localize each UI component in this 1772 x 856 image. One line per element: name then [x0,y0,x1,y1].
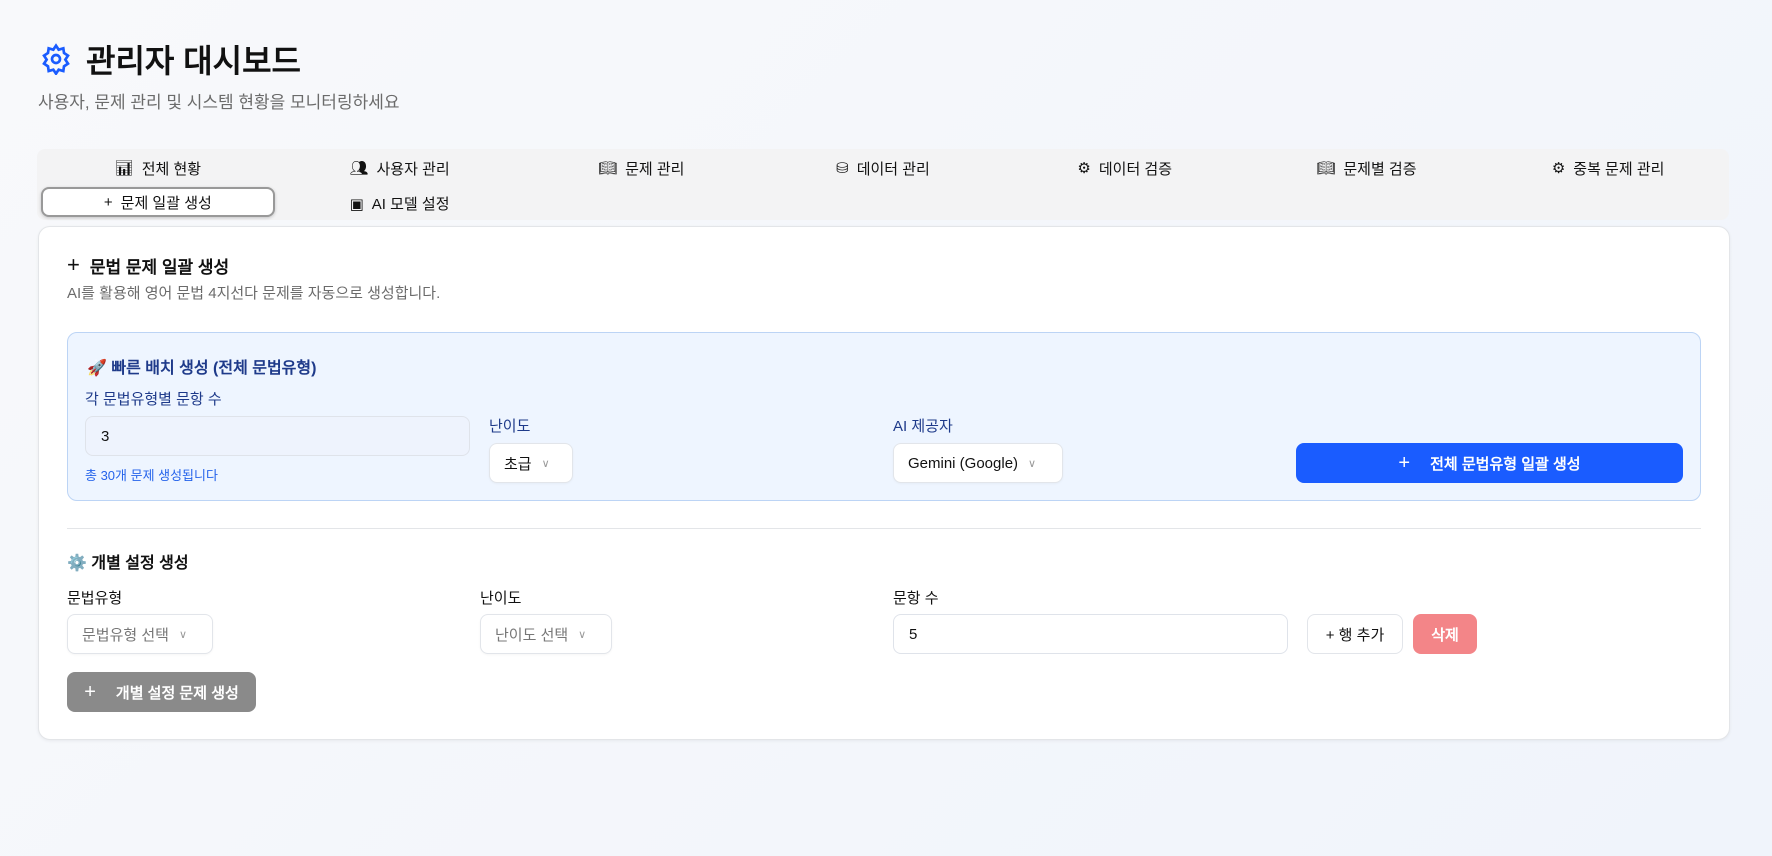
cpu-icon: ▣ [349,195,364,213]
difficulty-label: 난이도 [489,418,531,435]
chevron-down-icon: ∨ [1028,457,1037,470]
ind-count-label: 문항 수 [893,590,939,607]
database-icon: ⛁ [836,160,849,177]
tab-bar: 📊︎ 전체 현황 👥︎ 사용자 관리 📖︎ 문제 관리 ⛁ 데이터 관리 ⚙︎ 데이터 검… [37,149,1729,220]
generate-all-button[interactable]: + 전체 문법유형 일괄 생성 [1296,443,1683,483]
ind-count-input[interactable]: 5 [893,614,1288,654]
tab-data-validation[interactable]: ⚙︎ 데이터 검증 [1004,149,1246,187]
delete-row-button[interactable]: 삭제 [1413,614,1477,654]
ind-difficulty-label: 난이도 [480,590,522,607]
provider-select[interactable]: Gemini (Google) ∨ [893,443,1063,483]
gear-icon: ⚙︎ [1551,160,1566,177]
difficulty-select[interactable]: 초급 ∨ [489,443,573,483]
users-icon: 👥︎ [349,160,369,177]
gear-icon: ⚙︎ [1077,160,1091,177]
tab-problems[interactable]: 📖︎ 문제 관리 [520,149,762,187]
tab-data[interactable]: ⛁ 데이터 관리 [762,149,1004,187]
tab-users[interactable]: 👥︎ 사용자 관리 [279,149,521,187]
page-header: 관리자 대시보드 [40,36,301,82]
chevron-down-icon: ∨ [541,457,550,470]
individual-title: ⚙️ 개별 설정 생성 [67,555,189,572]
chevron-down-icon: ∨ [178,628,188,641]
card-title: + 문법 문제 일괄 생성 [67,252,230,277]
tab-duplicates[interactable]: ⚙︎ 중복 문제 관리 [1487,149,1729,187]
page-title: 관리자 대시보드 [86,43,301,79]
tab-problem-validation[interactable]: 📖︎ 문제별 검증 [1246,149,1488,187]
chevron-down-icon: ∨ [578,628,587,641]
count-input[interactable]: 3 [85,416,470,456]
book-icon: 📖︎ [1316,160,1336,177]
plus-icon: + [103,193,113,211]
page-subtitle: 사용자, 문제 관리 및 시스템 현황을 모니터링하세요 [38,93,400,112]
quick-batch-title: 🚀 빠른 배치 생성 (전체 문법유형) [87,360,317,377]
plus-icon: + [84,680,96,703]
tab-batch-generate[interactable]: + 문제 일괄 생성 [41,187,275,217]
plus-icon: + [67,252,80,277]
bar-chart-icon: 📊︎ [114,160,134,177]
total-hint: 총 30개 문제 생성됩니다 [85,468,218,483]
divider [67,528,1701,529]
generate-individual-button[interactable]: + 개별 설정 문제 생성 [67,672,256,712]
add-row-button[interactable]: + 행 추가 [1307,614,1403,654]
grammar-type-select[interactable]: 문법유형 선택 ∨ [67,614,213,654]
type-label: 문법유형 [67,590,123,607]
count-label: 각 문법유형별 문항 수 [85,391,222,408]
ind-difficulty-select[interactable]: 난이도 선택 ∨ [480,614,612,654]
tab-overview[interactable]: 📊︎ 전체 현황 [37,149,279,187]
provider-label: AI 제공자 [893,418,953,435]
plus-icon: + [1398,451,1411,474]
tab-ai-model[interactable]: ▣ AI 모델 설정 [279,187,521,220]
gear-icon [42,43,70,75]
card-description: AI를 활용해 영어 문법 4지선다 문제를 자동으로 생성합니다. [67,285,441,302]
book-icon: 📖︎ [598,160,618,177]
